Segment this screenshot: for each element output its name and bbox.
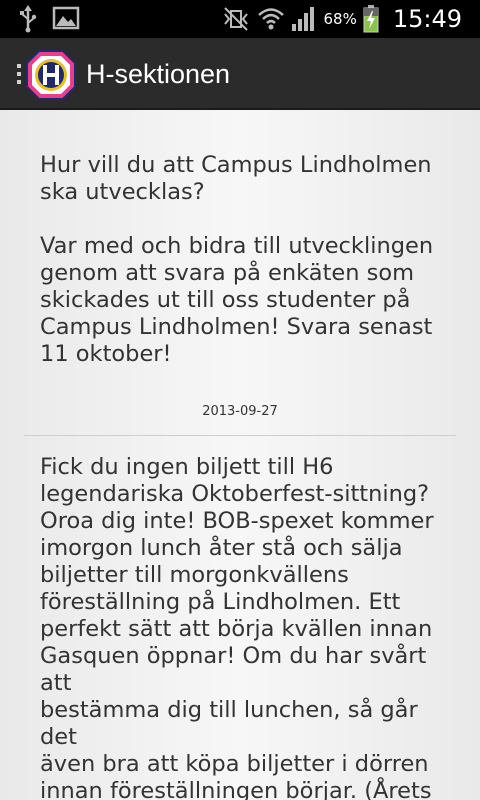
overflow-dots-icon[interactable] [17,64,21,84]
h-sektionen-logo[interactable] [24,48,78,102]
mute-icon [224,7,249,31]
feed-item-date: 2013-09-27 [202,404,278,419]
feed-item-text: Hur vill du att Campus Lindholmen ska ut… [40,152,434,367]
image-icon [52,6,80,30]
signal-icon [292,7,315,31]
battery-percent: 68% [323,10,357,28]
app-title: H-sektionen [86,59,231,89]
feed-item[interactable]: Hur vill du att Campus Lindholmen ska ut… [24,110,456,436]
wifi-icon [258,8,285,30]
feed-item-text: Fick du ingen biljett till H6 legendaris… [40,454,434,800]
battery-charging-icon [363,5,379,33]
feed-item[interactable]: Fick du ingen biljett till H6 legendaris… [24,436,456,800]
status-bar: 68% 15:49 [0,0,480,38]
clock: 15:49 [392,5,462,33]
action-bar: H-sektionen [0,38,480,110]
news-feed[interactable]: Hur vill du att Campus Lindholmen ska ut… [0,110,480,800]
usb-icon [20,5,37,33]
